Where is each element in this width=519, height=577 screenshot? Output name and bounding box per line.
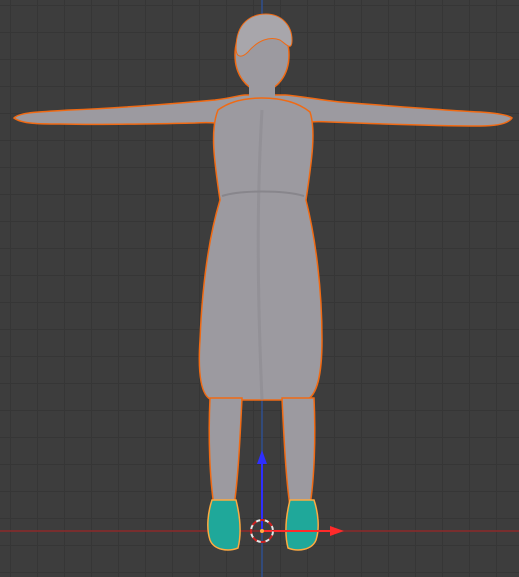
right-leg-mesh	[281, 397, 316, 507]
left-shoe[interactable]	[207, 499, 241, 551]
right-shoe[interactable]	[285, 499, 319, 551]
gizmo-x-arrow[interactable]	[330, 526, 344, 536]
3d-viewport[interactable]	[0, 0, 519, 577]
cursor-center-dot	[260, 529, 264, 533]
viewport-scene[interactable]	[0, 0, 519, 577]
left-leg-mesh	[208, 397, 243, 507]
gizmo-z-arrow[interactable]	[257, 450, 267, 464]
